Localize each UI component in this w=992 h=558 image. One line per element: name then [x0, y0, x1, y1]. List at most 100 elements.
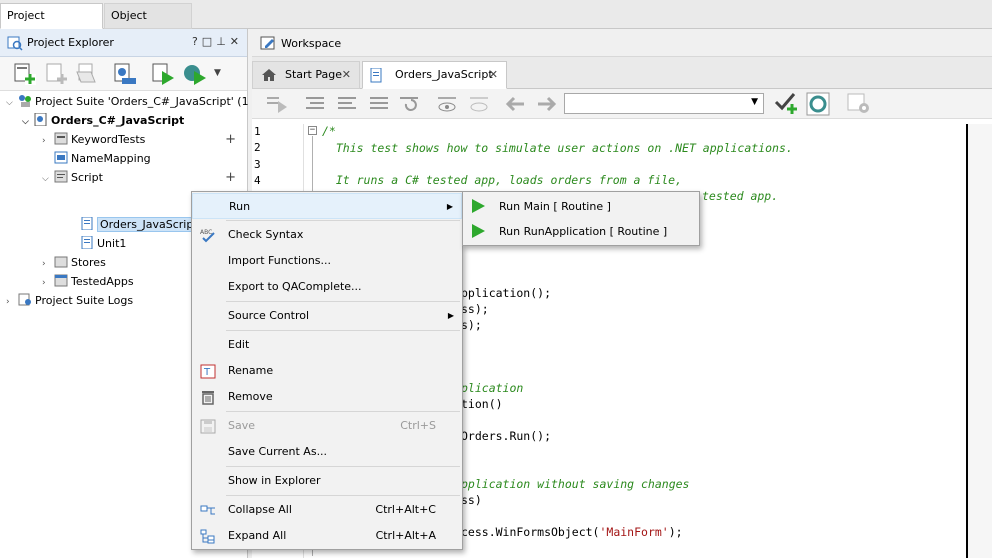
tree-stores[interactable]: › Stores [42, 253, 106, 272]
menu-item-remove[interactable]: Remove [192, 384, 462, 410]
project-explorer-header: Project Explorer ?□⊥✕ [0, 29, 247, 57]
project-explorer-toolbar: ▼ [0, 57, 247, 91]
tree-script[interactable]: ⌵ Script + [42, 168, 242, 187]
tree-unit1[interactable]: Unit1 [80, 234, 126, 253]
navigate-back-icon[interactable] [504, 94, 526, 114]
routine-selector[interactable]: ▼ [564, 93, 764, 114]
menu-separator [226, 220, 460, 221]
tree-keywordtests[interactable]: › KeywordTests + [42, 130, 242, 149]
home-icon [262, 69, 276, 81]
submenu-item-run-main[interactable]: Run Main [ Routine ] [463, 194, 699, 219]
add-new-item-icon[interactable] [12, 61, 38, 87]
trash-icon [202, 391, 214, 405]
watch-icon[interactable] [468, 94, 490, 114]
collapse-icon [200, 505, 215, 515]
play-icon [472, 224, 485, 238]
pin-icon[interactable]: ⊥ [216, 35, 230, 48]
menu-item-save[interactable]: Save Ctrl+S [192, 413, 462, 439]
logs-icon [18, 293, 31, 306]
run-selection-icon[interactable] [266, 94, 288, 114]
tree-namemapping[interactable]: NameMapping [54, 149, 151, 168]
document-tab-strip: Start Page ✕ Orders_JavaScript ✕ [252, 57, 992, 89]
add-existing-item-icon[interactable] [44, 61, 70, 87]
add-script-icon[interactable]: + [225, 168, 236, 187]
editor-settings-icon[interactable] [846, 92, 872, 116]
record-icon[interactable] [806, 92, 830, 116]
name-mapping-icon [54, 151, 68, 164]
toggle-breakpoint-icon[interactable] [436, 94, 458, 114]
tab-orders-javascript[interactable]: Orders_JavaScript ✕ [362, 61, 507, 89]
chevron-down-icon[interactable]: ⌵ [22, 113, 34, 132]
project-suite-icon [19, 95, 31, 107]
menu-separator [226, 301, 460, 302]
code-fragment: pplication without saving changes [461, 477, 690, 491]
run-project-icon[interactable] [150, 61, 176, 87]
help-icon[interactable]: ? [192, 35, 202, 48]
script-file-icon [81, 217, 93, 230]
workspace-tab-strip: Project Workspace Object Browser [0, 0, 992, 46]
tab-project-workspace[interactable]: Project Workspace [0, 3, 103, 46]
tree-orders-javascript[interactable]: Orders_JavaScript [80, 215, 201, 234]
open-folder-icon[interactable] [74, 61, 100, 87]
indent-icon[interactable] [304, 94, 326, 114]
add-keyword-test-icon[interactable]: + [225, 130, 236, 149]
fold-toggle[interactable]: − [308, 126, 317, 135]
comment-icon[interactable] [368, 94, 390, 114]
chevron-down-icon[interactable]: ⌵ [42, 170, 54, 189]
spellcheck-icon: ABC [200, 229, 215, 243]
code-fragment: pplication(); [461, 286, 552, 300]
stores-icon [54, 256, 68, 268]
menu-item-source-control[interactable]: Source Control ▶ [192, 303, 462, 329]
tested-apps-icon [54, 274, 68, 287]
context-menu: Run ▶ ABC Check Syntax Import Functions.… [191, 191, 463, 550]
submenu-item-run-runapplication[interactable]: Run RunApplication [ Routine ] [463, 219, 699, 244]
run-dropdown-icon[interactable]: ▼ [214, 68, 221, 78]
project-icon [34, 113, 47, 126]
code-fragment: tested app. [702, 189, 779, 203]
project-explorer-icon [7, 36, 23, 51]
chevron-down-icon[interactable]: ⌵ [6, 94, 18, 113]
code-fragment: cess.WinFormsObject('MainForm'); [461, 525, 683, 539]
menu-item-show-in-explorer[interactable]: Show in Explorer [192, 468, 462, 494]
menu-separator [226, 466, 460, 467]
menu-item-rename[interactable]: T Rename [192, 358, 462, 384]
tree-project[interactable]: ⌵ Orders_C#_JavaScript [22, 111, 184, 130]
menu-item-check-syntax[interactable]: ABC Check Syntax [192, 222, 462, 248]
run-suite-icon[interactable] [182, 61, 208, 87]
menu-item-run[interactable]: Run ▶ [192, 193, 462, 219]
menu-item-import-functions[interactable]: Import Functions... [192, 248, 462, 274]
tab-start-page[interactable]: Start Page ✕ [252, 61, 360, 89]
outdent-icon[interactable] [336, 94, 358, 114]
code-line: /* [322, 124, 336, 138]
menu-item-expand-all[interactable]: Expand All Ctrl+Alt+A [192, 523, 462, 549]
code-fragment: s); [461, 318, 482, 332]
menu-item-save-current-as[interactable]: Save Current As... [192, 439, 462, 465]
chevron-down-icon[interactable]: ▼ [751, 97, 758, 107]
navigate-forward-icon[interactable] [536, 94, 558, 114]
project-properties-icon[interactable] [112, 61, 138, 87]
menu-item-collapse-all[interactable]: Collapse All Ctrl+Alt+C [192, 497, 462, 523]
menu-item-export-qacomplete[interactable]: Export to QAComplete... [192, 274, 462, 300]
close-tab-icon[interactable]: ✕ [342, 62, 351, 88]
script-file-icon [370, 68, 382, 83]
code-fragment: plication [461, 381, 524, 395]
close-icon[interactable]: ✕ [230, 35, 243, 48]
tree-project-suite-logs[interactable]: › Project Suite Logs [6, 291, 133, 310]
menu-separator [226, 411, 460, 412]
menu-item-edit[interactable]: Edit [192, 332, 462, 358]
check-syntax-icon[interactable] [774, 92, 800, 116]
chevron-right-icon[interactable]: › [42, 132, 54, 151]
tree-testedapps[interactable]: › TestedApps [42, 272, 134, 291]
close-tab-icon[interactable]: ✕ [489, 62, 498, 88]
uncomment-icon[interactable] [398, 94, 420, 114]
svg-text:T: T [203, 367, 211, 378]
code-line: It runs a C# tested app, loads orders fr… [322, 173, 683, 187]
menu-separator [226, 330, 460, 331]
chevron-right-icon[interactable]: › [6, 293, 18, 312]
tree-project-suite[interactable]: ⌵ Project Suite 'Orders_C#_JavaScript' (1… [6, 92, 270, 111]
script-file-icon [81, 236, 93, 249]
workspace-icon [260, 36, 275, 50]
editor-vertical-scrollbar[interactable] [966, 124, 992, 558]
maximize-icon[interactable]: □ [202, 35, 216, 48]
tab-object-browser[interactable]: Object Browser [104, 3, 192, 46]
